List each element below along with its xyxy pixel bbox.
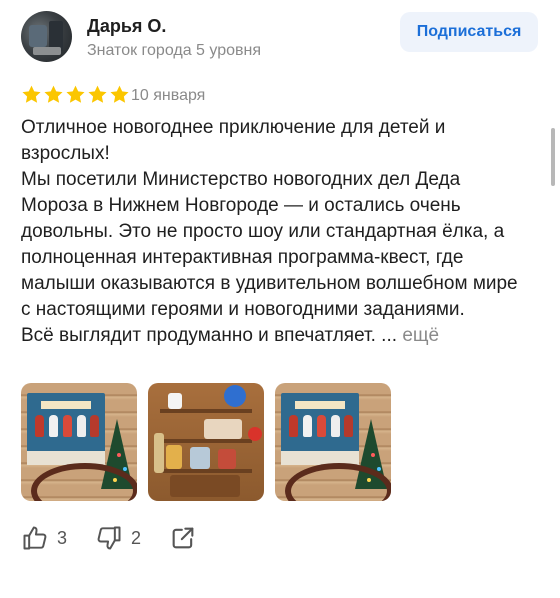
shelf-item xyxy=(168,393,182,409)
review-date: 10 января xyxy=(131,87,206,104)
avatar-detail xyxy=(33,47,61,55)
review-paragraph: Всё выглядит продуманно и впечатляет. ..… xyxy=(21,323,531,349)
wooden-post xyxy=(154,433,164,473)
poster-figure xyxy=(90,415,99,437)
poster-banner xyxy=(295,401,345,409)
poster-image xyxy=(27,393,105,465)
like-count: 3 xyxy=(57,527,68,548)
more-link[interactable]: ещё xyxy=(402,325,439,346)
share-icon xyxy=(172,527,194,549)
star-icon xyxy=(66,85,85,103)
shelf xyxy=(160,409,252,413)
review-paragraph-text: Всё выглядит продуманно и впечатляет. xyxy=(21,325,376,346)
poster-figure xyxy=(77,415,86,437)
subscribe-button[interactable]: Подписаться xyxy=(400,12,538,52)
tree-light xyxy=(371,453,375,457)
poster-figure xyxy=(63,415,72,437)
tree-light xyxy=(123,467,127,471)
tree-light xyxy=(117,453,121,457)
star-icon xyxy=(88,85,107,103)
rating-stars xyxy=(21,84,130,105)
poster-banner xyxy=(41,401,91,409)
dislike-count: 2 xyxy=(131,527,142,548)
poster-figure xyxy=(289,415,298,437)
share-button[interactable] xyxy=(169,524,197,552)
star-icon xyxy=(22,85,41,103)
author-level: Знаток города 5 уровня xyxy=(87,42,262,59)
poster-figure xyxy=(303,415,312,437)
globe-item xyxy=(224,385,246,407)
thumbs-up-icon xyxy=(23,526,47,550)
tree-light xyxy=(377,467,381,471)
red-ball xyxy=(248,427,262,441)
review-photo[interactable] xyxy=(148,383,264,501)
toy-figure xyxy=(190,447,210,469)
dislike-button[interactable]: 2 xyxy=(95,524,141,552)
review-paragraph: Мы посетили Министерство новогодних дел … xyxy=(21,169,518,320)
author-avatar[interactable] xyxy=(21,11,72,62)
shelf xyxy=(160,439,252,443)
review-text: Отличное новогоднее приключение для дете… xyxy=(21,115,531,349)
review-photo[interactable] xyxy=(275,383,391,501)
review-paragraph: Отличное новогоднее приключение для дете… xyxy=(21,117,446,164)
poster-figure xyxy=(35,415,44,437)
review-photo[interactable] xyxy=(21,383,137,501)
ellipsis: ... xyxy=(375,325,398,346)
avatar-detail xyxy=(29,25,47,47)
scrollbar-thumb[interactable] xyxy=(551,128,555,186)
like-button[interactable]: 3 xyxy=(21,524,67,552)
star-icon xyxy=(44,85,63,103)
toy-figure xyxy=(166,445,182,469)
review-actions: 3 2 xyxy=(21,524,225,552)
lower-shelf xyxy=(170,475,240,497)
poster-figure xyxy=(344,415,353,437)
poster-figure xyxy=(49,415,58,437)
picture-frame xyxy=(204,419,242,439)
toy-figure xyxy=(218,449,236,469)
author-name[interactable]: Дарья О. xyxy=(87,16,166,37)
star-icon xyxy=(110,85,129,103)
poster-image xyxy=(281,393,359,465)
poster-figure xyxy=(331,415,340,437)
poster-figure xyxy=(317,415,326,437)
shelf xyxy=(160,469,252,473)
thumbs-down-icon xyxy=(97,526,121,550)
